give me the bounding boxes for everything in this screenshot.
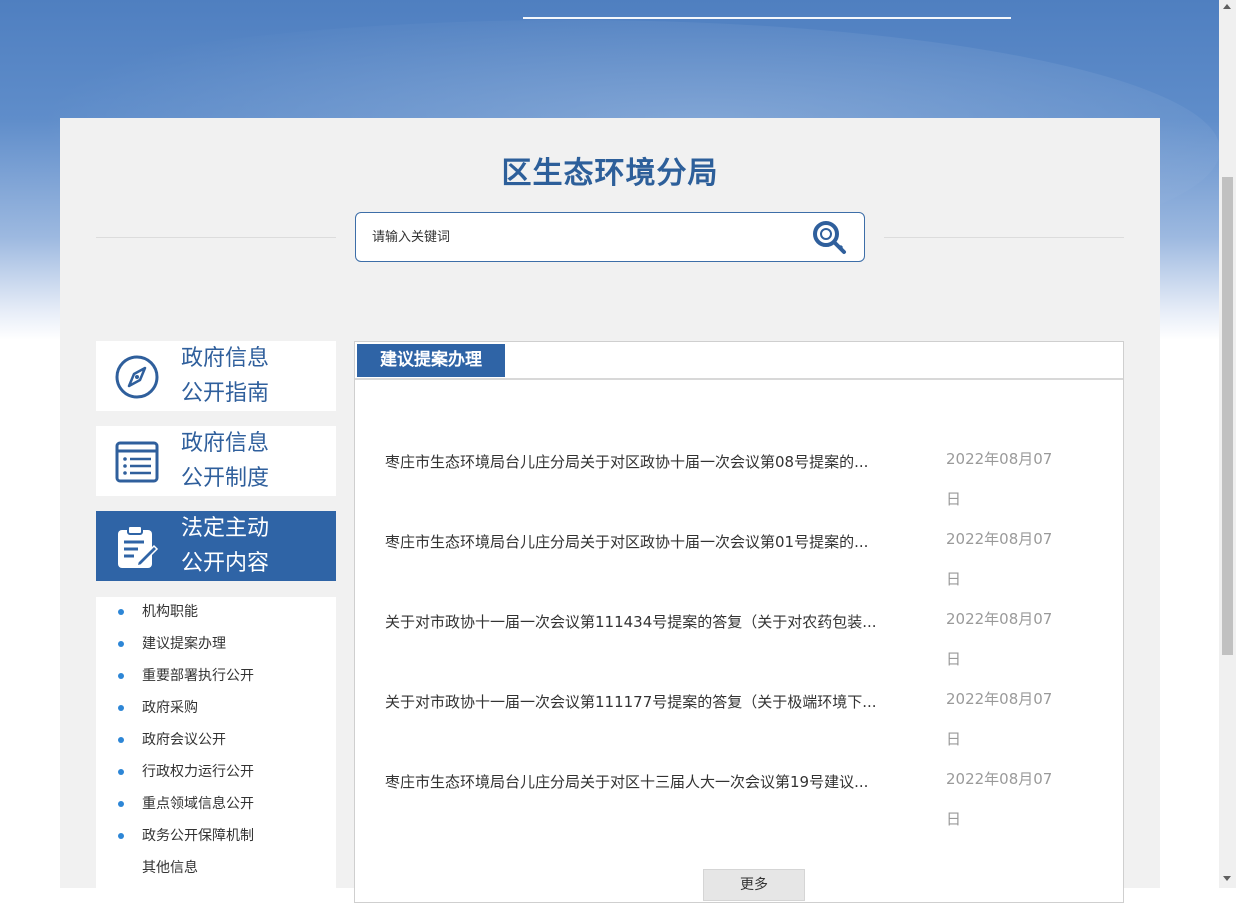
nav-card-line1: 法定主动 <box>181 516 270 541</box>
vertical-scrollbar[interactable] <box>1219 0 1236 888</box>
compass-icon <box>114 354 160 400</box>
sub-nav-item[interactable]: 机构职能 <box>96 597 336 629</box>
page-title: 区生态环境分局 <box>501 156 719 191</box>
sub-nav-label: 政务公开保障机制 <box>142 828 254 844</box>
bullet-icon <box>118 673 124 679</box>
list-item-date: 2022年08月07日 <box>946 610 1053 668</box>
scroll-down-arrow-icon[interactable] <box>1223 876 1231 881</box>
more-button[interactable]: 更多 <box>703 869 805 901</box>
list-item-title[interactable]: 枣庄市生态环境局台儿庄分局关于对区十三届人大一次会议第19号建议... <box>385 771 915 792</box>
banner-underline <box>523 17 1011 19</box>
title-divider-left <box>96 237 336 238</box>
search-key-icon <box>813 221 846 254</box>
sub-nav-label: 机构职能 <box>142 604 198 620</box>
sub-nav-label: 建议提案办理 <box>142 636 226 652</box>
nav-card-line1: 政府信息 <box>181 346 270 371</box>
scrollbar-thumb[interactable] <box>1222 177 1233 655</box>
nav-card-label: 法定主动 公开内容 <box>181 511 321 581</box>
bullet-icon <box>118 737 124 743</box>
nav-card-label: 政府信息 公开指南 <box>181 341 321 411</box>
search-box <box>355 212 865 262</box>
list-item: 枣庄市生态环境局台儿庄分局关于对区政协十届一次会议第01号提案的... 2022… <box>385 526 1105 606</box>
list-document-icon <box>114 439 160 485</box>
sub-nav-label: 重点领域信息公开 <box>142 796 254 812</box>
clipboard-edit-icon <box>114 524 160 570</box>
sub-nav-item[interactable]: 政务公开保障机制 <box>96 821 336 853</box>
nav-card-system[interactable]: 政府信息 公开制度 <box>96 426 336 496</box>
search-button[interactable] <box>810 218 850 256</box>
sub-nav-label: 其他信息 <box>142 860 198 876</box>
bullet-icon <box>118 769 124 775</box>
sub-nav-label: 行政权力运行公开 <box>142 764 254 780</box>
list-item: 关于对市政协十一届一次会议第111434号提案的答复（关于对农药包装... 20… <box>385 606 1105 686</box>
list-item-title[interactable]: 枣庄市生态环境局台儿庄分局关于对区政协十届一次会议第01号提案的... <box>385 531 915 552</box>
nav-card-line2: 公开制度 <box>181 466 270 491</box>
list-item-title[interactable]: 枣庄市生态环境局台儿庄分局关于对区政协十届一次会议第08号提案的... <box>385 451 915 472</box>
sub-nav-item[interactable]: 重点领域信息公开 <box>96 789 336 821</box>
tab-proposals[interactable]: 建议提案办理 <box>357 344 505 377</box>
sub-nav-item[interactable]: 行政权力运行公开 <box>96 757 336 789</box>
sub-nav-list: 机构职能 建议提案办理 重要部署执行公开 政府采购 政府会议公开 行政权力运行公… <box>96 597 336 888</box>
nav-card-label: 政府信息 公开制度 <box>181 426 321 496</box>
nav-card-active-content[interactable]: 法定主动 公开内容 <box>96 511 336 581</box>
sub-nav-item[interactable]: 政府采购 <box>96 693 336 725</box>
content-tabbar: 建议提案办理 <box>355 342 1123 380</box>
list-item: 枣庄市生态环境局台儿庄分局关于对区十三届人大一次会议第19号建议... 2022… <box>385 766 1105 846</box>
nav-card-line1: 政府信息 <box>181 431 270 456</box>
nav-card-line2: 公开内容 <box>181 551 270 576</box>
sub-nav-item[interactable]: 政府会议公开 <box>96 725 336 757</box>
bullet-icon <box>118 833 124 839</box>
list-item-date: 2022年08月07日 <box>946 690 1053 748</box>
bullet-icon <box>118 641 124 647</box>
sub-nav-label: 政府会议公开 <box>142 732 226 748</box>
sub-nav-label: 重要部署执行公开 <box>142 668 254 684</box>
list-item-date: 2022年08月07日 <box>946 770 1053 828</box>
bullet-icon <box>118 801 124 807</box>
nav-card-guide[interactable]: 政府信息 公开指南 <box>96 341 336 411</box>
list-item-date: 2022年08月07日 <box>946 530 1053 588</box>
title-divider-right <box>884 237 1124 238</box>
sub-nav-item[interactable]: 其他信息 <box>96 853 336 885</box>
bullet-icon <box>118 609 124 615</box>
list-item-title[interactable]: 关于对市政协十一届一次会议第111177号提案的答复（关于极端环境下... <box>385 691 915 712</box>
list-item: 枣庄市生态环境局台儿庄分局关于对区政协十届一次会议第08号提案的... 2022… <box>385 446 1105 526</box>
search-input[interactable] <box>370 225 794 249</box>
sub-nav-item[interactable]: 重要部署执行公开 <box>96 661 336 693</box>
content-panel: 建议提案办理 枣庄市生态环境局台儿庄分局关于对区政协十届一次会议第08号提案的.… <box>354 341 1124 903</box>
list-item: 关于对市政协十一届一次会议第111177号提案的答复（关于极端环境下... 20… <box>385 686 1105 766</box>
list-item-date: 2022年08月07日 <box>946 450 1053 508</box>
list-item-title[interactable]: 关于对市政协十一届一次会议第111434号提案的答复（关于对农药包装... <box>385 611 915 632</box>
bullet-icon <box>118 705 124 711</box>
scroll-up-arrow-icon[interactable] <box>1223 4 1231 9</box>
sub-nav-label: 政府采购 <box>142 700 198 716</box>
nav-card-line2: 公开指南 <box>181 381 270 406</box>
sub-nav-item[interactable]: 建议提案办理 <box>96 629 336 661</box>
